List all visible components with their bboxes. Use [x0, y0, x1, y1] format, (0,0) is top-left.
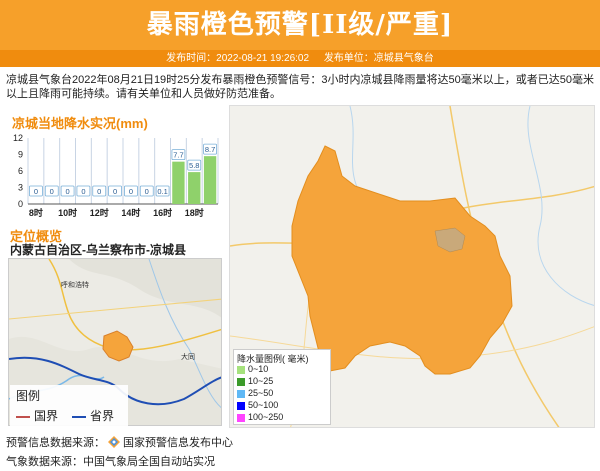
warning-source-name[interactable]: 国家预警信息发布中心: [123, 437, 233, 449]
warning-center-logo-icon: [108, 436, 120, 448]
bar-value-label: 0: [145, 187, 149, 196]
country-border-label: 国界: [34, 409, 59, 423]
map-label-town: 大同: [181, 352, 195, 361]
province-border-swatch: [72, 415, 86, 418]
x-tick-label: 12时: [90, 207, 109, 218]
x-tick-label: 8时: [29, 207, 43, 218]
bar-value-label: 7.7: [173, 151, 183, 160]
x-tick-label: 18时: [185, 207, 204, 218]
warning-source-label: 预警信息数据来源：: [6, 437, 105, 449]
rain-chart: 0 3 6 9 12 0 0 0 0 0 0 0 0 0.1 7.7 5.8 8.7 8时 10时 12时 14时 16时…: [6, 130, 220, 220]
map-label-city: 呼和浩特: [61, 280, 89, 289]
rain-legend-item: 25~50: [237, 388, 273, 399]
province-border-label: 省界: [90, 409, 115, 423]
rain-legend-item: 100~250: [237, 412, 283, 423]
rain-legend: 降水量图例( 毫米) 0~10 10~25 25~50 50~100 100~2…: [233, 349, 331, 425]
bar-value-label: 0: [113, 187, 117, 196]
warning-title: 暴雨橙色预警[II级/严重]: [0, 0, 600, 50]
rain-legend-item: 50~100: [237, 400, 278, 411]
bar-value-label: 0.1: [157, 187, 167, 196]
legend-province-border: 省界: [72, 407, 114, 424]
location-path: 内蒙古自治区-乌兰察布市-凉城县: [10, 243, 186, 257]
bar-value-label: 0: [81, 187, 85, 196]
y-tick-label: 3: [18, 183, 23, 193]
overview-map-legend: 图例 国界 省界: [10, 385, 128, 427]
rain-bar: [203, 156, 217, 204]
y-tick-label: 9: [18, 150, 23, 160]
rain-bar: [188, 172, 201, 204]
rain-bar: [172, 161, 185, 204]
rain-swatch: [237, 413, 245, 422]
bar-value-label: 0: [97, 187, 101, 196]
publish-unit: 发布单位：凉城县气象台: [323, 53, 434, 64]
bar-value-label: 8.7: [205, 145, 215, 154]
warning-description: 凉城县气象台2022年08月21日19时25分发布暴雨橙色预警信号：3小时内凉城…: [6, 74, 594, 100]
y-tick-label: 0: [18, 199, 23, 209]
weather-source-line: 气象数据来源：中国气象局全国自动站实况: [6, 456, 215, 468]
legend-title: 图例: [16, 389, 41, 403]
rain-legend-item: 0~10: [237, 364, 268, 375]
publish-info-bar: 发布时间：2022-08-21 19:26:02 发布单位：凉城县气象台: [0, 50, 600, 67]
bar-value-label: 0: [34, 187, 38, 196]
rain-swatch: [237, 401, 245, 410]
x-tick-label: 14时: [121, 207, 140, 218]
bar-value-label: 0: [50, 187, 54, 196]
rain-swatch: [237, 365, 245, 374]
rain-bar-chart: 0 3 6 9 12 0 0 0 0 0 0 0 0 0.1 7.7 5.8 8.7 8时 10时 12时 14时 16时…: [13, 133, 219, 218]
y-tick-label: 12: [13, 133, 23, 143]
bar-value-label: 0: [65, 187, 69, 196]
warning-source-line: 预警信息数据来源： 国家预警信息发布中心: [6, 434, 233, 450]
rain-swatch: [237, 389, 245, 398]
x-tick-label: 16时: [153, 207, 172, 218]
x-tick-label: 10时: [58, 207, 77, 218]
bar-value-label: 0: [129, 187, 133, 196]
publish-time: 发布时间：2022-08-21 19:26:02: [166, 53, 310, 64]
country-border-swatch: [16, 415, 30, 418]
rain-legend-item: 10~25: [237, 376, 273, 387]
bar-value-label: 5.8: [189, 161, 199, 170]
y-tick-label: 6: [18, 166, 23, 176]
rain-swatch: [237, 377, 245, 386]
legend-country-border: 国界: [16, 407, 58, 424]
